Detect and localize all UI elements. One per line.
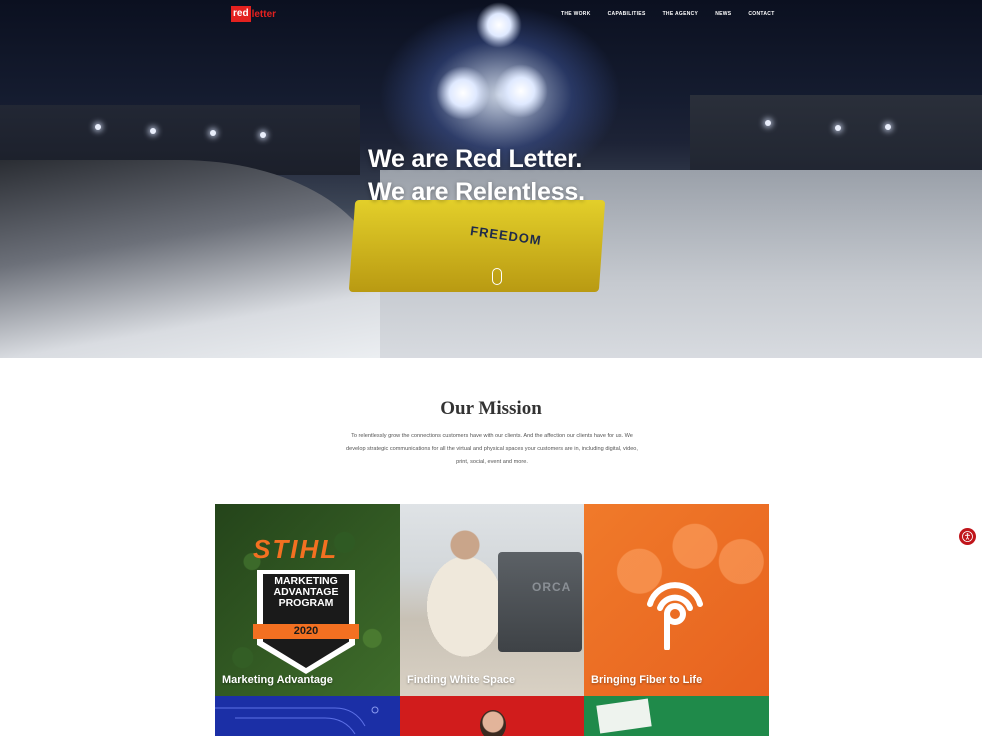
orca-logo: ORCA: [532, 580, 572, 594]
red-letter-logo[interactable]: red letter: [231, 6, 276, 22]
badge-text: MARKETING ADVANTAGE PROGRAM: [273, 575, 339, 609]
hero-headline: We are Red Letter. We are Relentless.: [368, 143, 585, 209]
snowbank: [0, 160, 380, 358]
mouse-scroll-icon[interactable]: [492, 268, 502, 285]
cooler-photo: [498, 552, 582, 652]
nav-capabilities[interactable]: CAPABILITIES: [608, 11, 646, 17]
nav-contact[interactable]: CONTACT: [748, 11, 774, 17]
snowplow-blade: [348, 200, 606, 292]
nav-the-work[interactable]: THE WORK: [561, 11, 591, 17]
person-photo: [480, 710, 506, 736]
map-photo: [596, 698, 652, 734]
accessibility-icon[interactable]: [959, 528, 976, 545]
hero-line-2: We are Relentless.: [368, 178, 585, 206]
stihl-logo: STIHL: [253, 534, 339, 564]
logo-word: letter: [251, 8, 277, 20]
street-lamp: [150, 128, 156, 134]
street-lamp: [95, 124, 101, 130]
street-lamp: [260, 132, 266, 138]
street-lamp: [210, 130, 216, 136]
tile-finding-white-space[interactable]: ORCA Finding White Space: [400, 504, 584, 696]
accessibility-figure-icon: [962, 531, 973, 542]
tile-label: Marketing Advantage: [222, 674, 333, 686]
nav-the-agency[interactable]: THE AGENCY: [663, 11, 699, 17]
fiber-signal-icon: [647, 582, 703, 650]
hero-banner: FREEDOM red letter THE WORK CAPABILITIES…: [0, 0, 982, 358]
tile-green[interactable]: [584, 696, 769, 736]
street-lamp: [835, 125, 841, 131]
hero-line-1: We are Red Letter.: [368, 145, 583, 173]
tile-marketing-advantage[interactable]: STIHL MARKETING ADVANTAGE PROGRAM 2020 M…: [215, 504, 400, 696]
mission-text: To relentlessly grow the connections cus…: [346, 433, 638, 465]
tile-bringing-fiber-to-life[interactable]: Bringing Fiber to Life: [584, 504, 769, 696]
tile-red[interactable]: [400, 696, 584, 736]
badge-year: 2020: [253, 624, 359, 639]
headlight: [494, 64, 548, 118]
person-photo: [425, 524, 505, 674]
tile-blue[interactable]: [215, 696, 400, 736]
logo-mark: red: [231, 6, 251, 22]
headlight: [436, 66, 490, 120]
tile-label: Finding White Space: [407, 674, 516, 686]
tile-label: Bringing Fiber to Life: [591, 674, 703, 686]
nav-links: THE WORK CAPABILITIES THE AGENCY NEWS CO…: [561, 11, 792, 17]
street-lamp: [885, 124, 891, 130]
nav-news[interactable]: NEWS: [715, 11, 731, 17]
mission-title: Our Mission: [440, 398, 542, 419]
top-navigation: red letter THE WORK CAPABILITIES THE AGE…: [0, 0, 982, 30]
street-lamp: [765, 120, 771, 126]
circuit-lines: [215, 706, 379, 735]
